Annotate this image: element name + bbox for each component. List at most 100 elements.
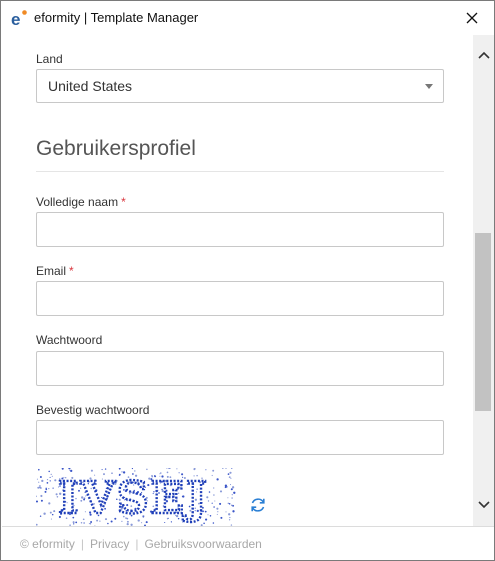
footer-separator: | [135, 537, 139, 551]
country-select[interactable]: United States [36, 69, 444, 103]
confirm-password-input[interactable] [36, 420, 444, 455]
captcha-noise-dot [49, 476, 51, 478]
captcha-noise-dot [211, 502, 213, 504]
captcha-noise-dot [51, 513, 54, 516]
footer-separator: | [80, 537, 84, 551]
email-input[interactable] [36, 281, 444, 316]
captcha-noise-dot [231, 497, 233, 499]
captcha-noise-dot [213, 487, 215, 489]
captcha-noise-dot [37, 486, 40, 489]
captcha-noise-dot [220, 516, 223, 519]
captcha-noise-dot [68, 468, 71, 470]
captcha-noise-dot [36, 478, 38, 480]
scroll-down-button[interactable] [473, 495, 494, 515]
captcha-noise-dot [217, 511, 219, 513]
section-title: Gebruikersprofiel [36, 137, 196, 160]
full-name-input[interactable] [36, 212, 444, 247]
captcha-noise-dot [146, 468, 148, 471]
captcha-noise-dot [229, 517, 231, 519]
captcha-noise-dot [232, 510, 235, 513]
captcha-noise-dot [69, 469, 71, 471]
captcha-noise-dot [212, 522, 215, 524]
captcha-noise-dot [214, 500, 216, 502]
privacy-link[interactable]: Privacy [90, 537, 129, 551]
captcha-noise-dot [224, 486, 227, 489]
captcha-noise-dot [52, 487, 54, 489]
captcha-noise-dot [61, 468, 64, 470]
captcha-noise-dot [216, 507, 219, 510]
captcha-noise-dot [229, 484, 232, 486]
captcha-noise-dot [216, 513, 218, 515]
captcha-noise-dot [227, 497, 229, 499]
caret-down-icon [425, 84, 433, 89]
captcha-noise-dot [40, 494, 43, 498]
country-label: Land [36, 52, 63, 66]
captcha-noise-dot [231, 486, 235, 489]
captcha-noise-dot [205, 469, 207, 471]
captcha-noise-dot [228, 476, 231, 478]
captcha-text: IVSEJ [58, 473, 209, 524]
captcha-noise-dot [50, 473, 52, 476]
chevron-up-icon [477, 51, 490, 59]
captcha-noise-dot [90, 469, 93, 472]
captcha-noise-dot [212, 469, 215, 472]
captcha-noise-dot [70, 469, 73, 473]
captcha-noise-dot [233, 491, 236, 494]
captcha-noise-dot [231, 494, 233, 496]
captcha-noise-dot [227, 473, 230, 475]
scroll-thumb[interactable] [475, 233, 491, 411]
captcha-noise-dot [134, 470, 136, 472]
captcha-noise-dot [216, 478, 219, 481]
captcha-noise-dot [38, 468, 40, 471]
password-label: Wachtwoord [36, 333, 103, 347]
captcha-noise-dot [46, 482, 49, 484]
footer: © eformity | Privacy | Gebruiksvoorwaard… [2, 526, 494, 560]
captcha-noise-dot [213, 506, 215, 508]
captcha-noise-dot [38, 485, 41, 487]
captcha-noise-dot [230, 504, 233, 507]
captcha-noise-dot [45, 487, 47, 490]
app-window: e eformity | Template Manager Land Unite… [0, 0, 495, 561]
confirm-password-label: Bevestig wachtwoord [36, 403, 150, 417]
svg-text:e: e [11, 10, 20, 27]
email-label: Email * [36, 264, 74, 278]
captcha-noise-dot [230, 488, 233, 491]
terms-link[interactable]: Gebruiksvoorwaarden [144, 537, 261, 551]
vertical-scrollbar[interactable] [473, 35, 494, 526]
captcha-noise-dot [54, 479, 57, 482]
close-icon [466, 12, 478, 24]
captcha-noise-dot [43, 512, 46, 515]
captcha-noise-dot [208, 491, 211, 493]
email-label-text: Email [36, 264, 67, 278]
captcha-noise-dot [41, 479, 44, 483]
captcha-noise-dot [39, 487, 41, 489]
captcha-noise-dot [118, 468, 121, 470]
password-input[interactable] [36, 351, 444, 386]
captcha-image: IVSEJ [36, 468, 236, 526]
full-name-label-text: Volledige naam [36, 195, 119, 209]
captcha-noise-dot [48, 502, 51, 505]
captcha-noise-dot [131, 468, 134, 470]
captcha-noise-dot [219, 502, 222, 505]
captcha-noise-dot [39, 476, 42, 478]
scroll-up-button[interactable] [473, 45, 494, 65]
captcha-noise-dot [49, 480, 51, 482]
captcha-noise-dot [225, 468, 227, 469]
captcha-noise-dot [230, 477, 232, 479]
required-marker: * [69, 264, 74, 278]
captcha-noise-dot [228, 513, 231, 516]
captcha-noise-dot [46, 479, 49, 481]
captcha-noise-dot [40, 499, 43, 502]
close-button[interactable] [450, 1, 494, 35]
captcha-noise-dot [39, 515, 42, 517]
full-name-label: Volledige naam * [36, 195, 126, 209]
captcha-noise-dot [225, 511, 227, 513]
window-title: eformity | Template Manager [34, 10, 199, 25]
captcha-noise-dot [36, 500, 39, 503]
captcha-noise-dot [213, 494, 215, 496]
captcha-noise-dot [209, 515, 212, 517]
captcha-noise-dot [50, 518, 52, 520]
captcha-noise-dot [166, 468, 168, 469]
captcha-noise-dot [219, 490, 223, 493]
captcha-refresh-button[interactable] [248, 495, 268, 515]
